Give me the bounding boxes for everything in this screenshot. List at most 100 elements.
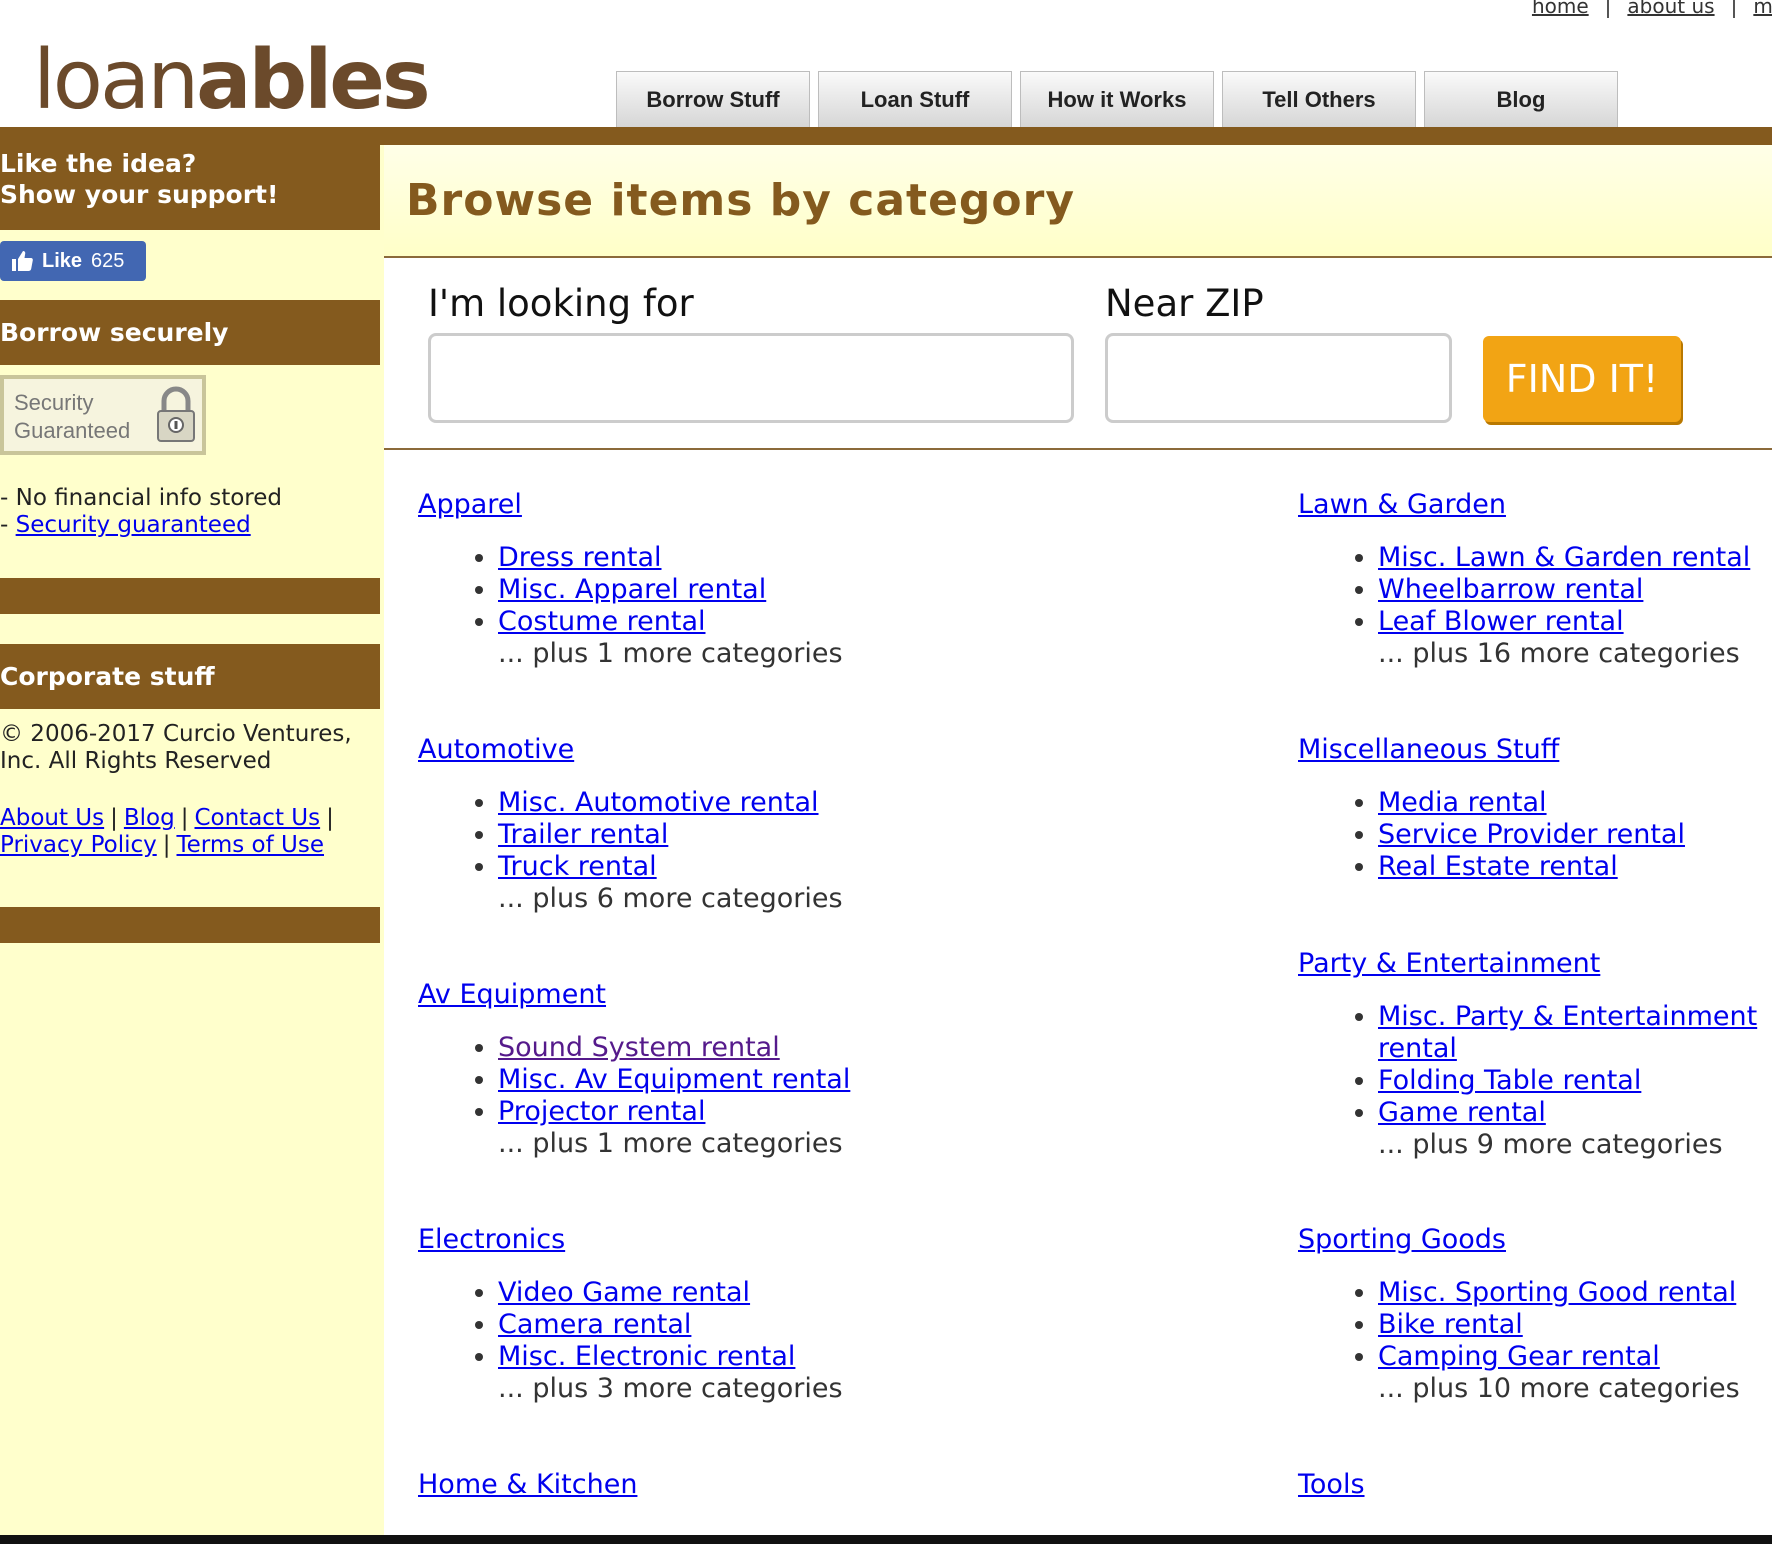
subcategory-link[interactable]: Misc. Apparel rental bbox=[498, 574, 766, 605]
category-link-tools[interactable]: Tools bbox=[1298, 1468, 1365, 1502]
subcategory-link[interactable]: Camera rental bbox=[498, 1309, 691, 1340]
search-form: I'm looking for Near ZIP FIND IT! bbox=[384, 258, 1772, 450]
subcategory-link[interactable]: Folding Table rental bbox=[1378, 1065, 1641, 1096]
tab-tell-others[interactable]: Tell Others bbox=[1222, 71, 1416, 127]
subcategory-link[interactable]: Wheelbarrow rental bbox=[1378, 574, 1643, 605]
separator: | bbox=[180, 805, 189, 831]
separator: | bbox=[1604, 0, 1612, 18]
list-item: Misc. Apparel rental bbox=[498, 574, 843, 606]
security-guaranteed-link[interactable]: Security guaranteed bbox=[16, 512, 251, 538]
category-sporting-goods: Sporting Goods Misc. Sporting Good renta… bbox=[1298, 1223, 1740, 1405]
category-apparel: Apparel Dress rental Misc. Apparel renta… bbox=[418, 488, 843, 670]
list-item: Camping Gear rental bbox=[1378, 1341, 1740, 1373]
privacy-policy-link[interactable]: Privacy Policy bbox=[0, 832, 157, 858]
sidebar-divider bbox=[0, 578, 380, 614]
list-item: Projector rental bbox=[498, 1096, 850, 1128]
main-content: Browse items by category I'm looking for… bbox=[384, 145, 1772, 1544]
sidebar: Like the idea? Show your support! Like 6… bbox=[0, 145, 384, 1544]
subcategory-list: Misc. Sporting Good rental Bike rental C… bbox=[1298, 1277, 1740, 1405]
security-guaranteed-badge[interactable]: Security Guaranteed bbox=[0, 375, 206, 455]
category-lawn-garden: Lawn & Garden Misc. Lawn & Garden rental… bbox=[1298, 488, 1750, 670]
zip-input[interactable] bbox=[1105, 333, 1452, 423]
category-link-electronics[interactable]: Electronics bbox=[418, 1223, 843, 1257]
category-link-lawn-garden[interactable]: Lawn & Garden bbox=[1298, 488, 1750, 522]
category-link-av-equipment[interactable]: Av Equipment bbox=[418, 978, 850, 1012]
about-us-footer-link[interactable]: About Us bbox=[0, 805, 104, 831]
contact-us-link[interactable]: Contact Us bbox=[194, 805, 320, 831]
list-item: Service Provider rental bbox=[1378, 819, 1685, 851]
terms-of-use-link[interactable]: Terms of Use bbox=[177, 832, 325, 858]
subcategory-list: Dress rental Misc. Apparel rental Costum… bbox=[418, 542, 843, 670]
sidebar-divider bbox=[0, 907, 380, 943]
subcategory-link[interactable]: Misc. Automotive rental bbox=[498, 787, 819, 818]
subcategory-link[interactable]: Bike rental bbox=[1378, 1309, 1523, 1340]
category-electronics: Electronics Video Game rental Camera ren… bbox=[418, 1223, 843, 1405]
category-link-automotive[interactable]: Automotive bbox=[418, 733, 843, 767]
list-item: Leaf Blower rental bbox=[1378, 606, 1750, 638]
subcategory-link[interactable]: Game rental bbox=[1378, 1097, 1546, 1128]
subcategory-link[interactable]: Media rental bbox=[1378, 787, 1547, 818]
category-av-equipment: Av Equipment Sound System rental Misc. A… bbox=[418, 978, 850, 1160]
subcategory-link[interactable]: Misc. Electronic rental bbox=[498, 1341, 795, 1372]
security-guaranteed-row: - Security guaranteed bbox=[0, 512, 282, 539]
subcategory-link[interactable]: Truck rental bbox=[498, 851, 657, 882]
tab-borrow-stuff[interactable]: Borrow Stuff bbox=[616, 71, 810, 127]
looking-for-input[interactable] bbox=[428, 333, 1074, 423]
facebook-like-button[interactable]: Like 625 bbox=[0, 241, 146, 281]
subcategory-link[interactable]: Misc. Av Equipment rental bbox=[498, 1064, 850, 1095]
list-item: Misc. Sporting Good rental bbox=[1378, 1277, 1740, 1309]
subcategory-link[interactable]: Real Estate rental bbox=[1378, 851, 1618, 882]
tab-blog[interactable]: Blog bbox=[1424, 71, 1618, 127]
subcategory-link[interactable]: Camping Gear rental bbox=[1378, 1341, 1660, 1372]
copyright-line-1: © 2006-2017 Curcio Ventures, bbox=[0, 721, 352, 747]
more-categories-text: ... plus 6 more categories bbox=[498, 883, 843, 914]
badge-text: Security Guaranteed bbox=[14, 389, 130, 445]
subcategory-link[interactable]: Misc. Party & Entertainment rental bbox=[1378, 1001, 1757, 1064]
list-item: Video Game rental bbox=[498, 1277, 843, 1309]
subcategory-link[interactable]: Sound System rental bbox=[498, 1032, 780, 1063]
corporate-stuff-heading: Corporate stuff bbox=[0, 644, 380, 709]
list-item: Misc. Lawn & Garden rental bbox=[1378, 542, 1750, 574]
dash: - bbox=[0, 512, 16, 538]
my-account-link[interactable]: my c bbox=[1753, 0, 1772, 18]
category-link-miscellaneous-stuff[interactable]: Miscellaneous Stuff bbox=[1298, 733, 1685, 767]
home-link[interactable]: home bbox=[1532, 0, 1589, 18]
tab-how-it-works[interactable]: How it Works bbox=[1020, 71, 1214, 127]
subcategory-list: Video Game rental Camera rental Misc. El… bbox=[418, 1277, 843, 1405]
subcategory-link[interactable]: Misc. Sporting Good rental bbox=[1378, 1277, 1736, 1308]
subcategory-list: Misc. Lawn & Garden rental Wheelbarrow r… bbox=[1298, 542, 1750, 670]
list-item: Real Estate rental bbox=[1378, 851, 1685, 883]
category-miscellaneous-stuff: Miscellaneous Stuff Media rental Service… bbox=[1298, 733, 1685, 883]
list-item: Folding Table rental bbox=[1378, 1065, 1757, 1097]
separator: | bbox=[1730, 0, 1738, 18]
site-logo[interactable]: loanables bbox=[33, 40, 431, 122]
more-categories-text: ... plus 10 more categories bbox=[1378, 1373, 1740, 1404]
logo-prefix: loan bbox=[33, 33, 199, 128]
more-categories-text: ... plus 16 more categories bbox=[1378, 638, 1740, 669]
category-link-sporting-goods[interactable]: Sporting Goods bbox=[1298, 1223, 1740, 1257]
subcategory-link[interactable]: Projector rental bbox=[498, 1096, 705, 1127]
find-it-button[interactable]: FIND IT! bbox=[1483, 336, 1681, 422]
category-tools: Tools bbox=[1298, 1468, 1365, 1502]
subcategory-link[interactable]: Trailer rental bbox=[498, 819, 668, 850]
like-label: Like bbox=[42, 249, 83, 272]
near-zip-label: Near ZIP bbox=[1105, 282, 1264, 325]
category-automotive: Automotive Misc. Automotive rental Trail… bbox=[418, 733, 843, 915]
list-item: Camera rental bbox=[498, 1309, 843, 1341]
subcategory-link[interactable]: Misc. Lawn & Garden rental bbox=[1378, 542, 1750, 573]
category-link-home-kitchen[interactable]: Home & Kitchen bbox=[418, 1468, 637, 1502]
subcategory-list: Sound System rental Misc. Av Equipment r… bbox=[418, 1032, 850, 1160]
subcategory-link[interactable]: Service Provider rental bbox=[1378, 819, 1685, 850]
subcategory-link[interactable]: Costume rental bbox=[498, 606, 706, 637]
subcategory-link[interactable]: Dress rental bbox=[498, 542, 662, 573]
category-link-apparel[interactable]: Apparel bbox=[418, 488, 843, 522]
category-link-party-entertainment[interactable]: Party & Entertainment bbox=[1298, 947, 1757, 981]
tab-loan-stuff[interactable]: Loan Stuff bbox=[818, 71, 1012, 127]
subcategory-link[interactable]: Leaf Blower rental bbox=[1378, 606, 1624, 637]
list-item: Misc. Av Equipment rental bbox=[498, 1064, 850, 1096]
list-item: Media rental bbox=[1378, 787, 1685, 819]
about-us-link[interactable]: about us bbox=[1627, 0, 1714, 18]
blog-footer-link[interactable]: Blog bbox=[124, 805, 175, 831]
subcategory-link[interactable]: Video Game rental bbox=[498, 1277, 750, 1308]
category-party-entertainment: Party & Entertainment Misc. Party & Ente… bbox=[1298, 947, 1757, 1161]
